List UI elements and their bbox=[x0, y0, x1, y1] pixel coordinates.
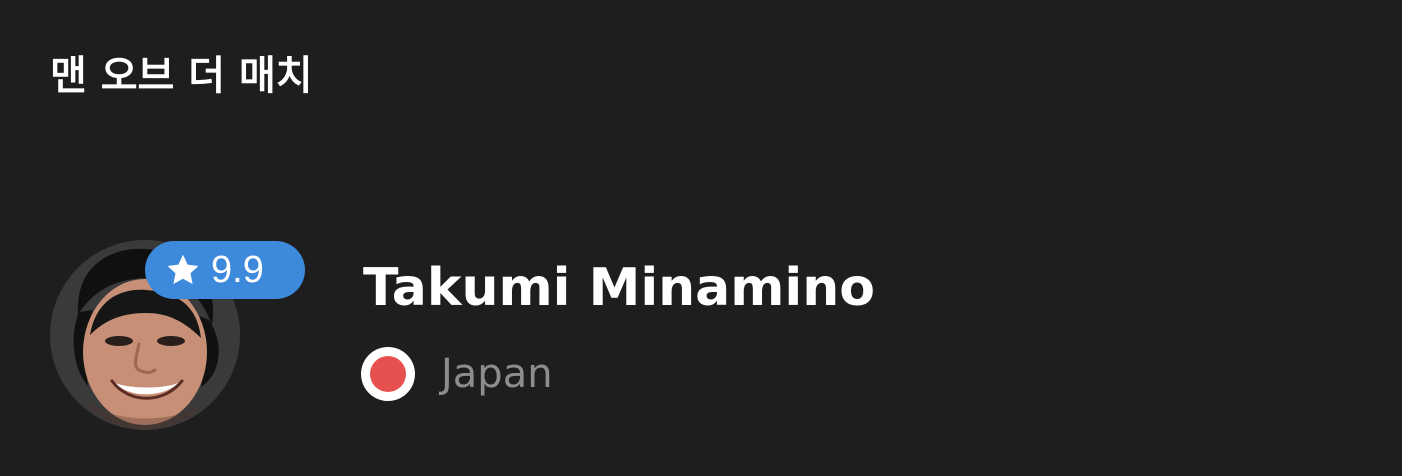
country-name: Japan bbox=[441, 351, 553, 397]
star-icon bbox=[167, 254, 199, 284]
player-rating-badge: 9.9 bbox=[145, 241, 305, 299]
section-title: 맨 오브 더 매치 bbox=[50, 53, 313, 99]
rating-value: 9.9 bbox=[211, 249, 264, 291]
japan-flag-icon bbox=[361, 347, 415, 401]
player-name[interactable]: Takumi Minamino bbox=[363, 252, 875, 324]
player-left-eye bbox=[105, 336, 133, 346]
japan-flag-sun bbox=[370, 356, 406, 392]
player-nationality: Japan bbox=[361, 344, 553, 404]
player-summary[interactable]: 9.9 Takumi Minamino Japan bbox=[48, 238, 948, 438]
man-of-the-match-card: 맨 오브 더 매치 9.9 Takumi Minamino Japan bbox=[0, 0, 1402, 476]
player-avatar-area[interactable]: 9.9 bbox=[48, 238, 308, 438]
player-right-eye bbox=[157, 336, 185, 346]
